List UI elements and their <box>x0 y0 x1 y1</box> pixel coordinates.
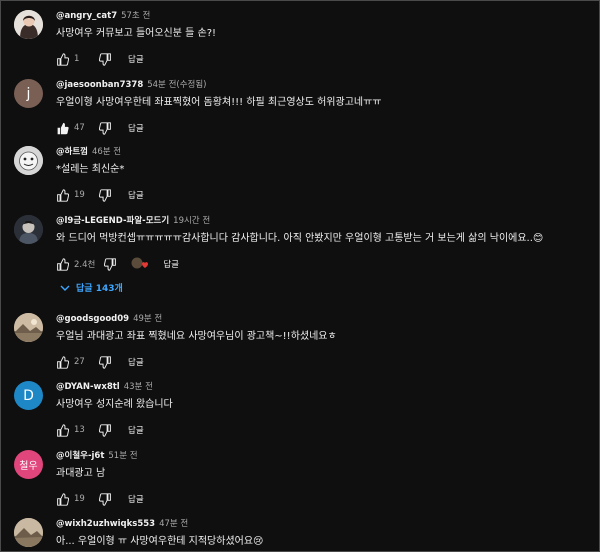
dislike-icon[interactable] <box>104 257 117 271</box>
dislike-icon[interactable] <box>99 121 112 135</box>
comment-text: 사망여우 성지순례 왔습니다 <box>56 399 173 410</box>
comment-text: 과대광고 남 <box>56 468 106 479</box>
like-icon[interactable] <box>56 492 69 506</box>
dislike-icon[interactable] <box>99 188 112 202</box>
person-photo-icon <box>14 10 43 39</box>
comment-text: 아... 우얼이형 ㅠ 사망여우한테 지적당하셨어요😢 <box>56 536 264 547</box>
avatar-letter: 철우 <box>19 461 38 472</box>
character-photo-icon <box>14 215 43 244</box>
comment-text: *설레는 최신순* <box>56 164 125 175</box>
dislike-icon[interactable] <box>99 52 112 66</box>
reply-button[interactable]: 답글 <box>128 356 144 368</box>
reply-button[interactable]: 답글 <box>128 53 144 65</box>
view-replies-button[interactable]: 답글 143개 <box>60 281 123 294</box>
like-icon[interactable] <box>56 423 69 437</box>
avatar-letter: j <box>26 85 31 102</box>
like-icon[interactable] <box>56 257 69 271</box>
dislike-icon[interactable] <box>99 492 112 506</box>
avatar[interactable] <box>14 518 43 547</box>
comment-author[interactable]: @l9금-LEGEND-파알-모드기 <box>56 216 169 226</box>
cartoon-face-icon <box>14 146 43 175</box>
avatar[interactable]: D <box>14 381 43 410</box>
reply-button[interactable]: 답글 <box>128 424 144 436</box>
comment-author[interactable]: @jaesoonban7378 <box>56 80 143 90</box>
comment-time[interactable]: 46분 전 <box>92 147 121 157</box>
comment-text: 사망여우 커뮤보고 들어오신분 들 손?! <box>56 28 217 39</box>
comment-author[interactable]: @goodsgood09 <box>56 314 129 324</box>
comment-author[interactable]: @하트껌 <box>56 147 88 157</box>
avatar[interactable] <box>14 215 43 244</box>
comment-author[interactable]: @angry_cat7 <box>56 11 117 21</box>
comment-time[interactable]: 51분 전 <box>108 451 137 461</box>
like-count: 19 <box>74 494 85 504</box>
comment-author[interactable]: @DYAN-wx8tl <box>56 382 120 392</box>
comment-author[interactable]: @이철우-j6t <box>56 451 104 461</box>
dislike-icon[interactable] <box>99 355 112 369</box>
like-icon[interactable] <box>56 355 69 369</box>
comment-time[interactable]: 54분 전(수정됨) <box>147 80 206 90</box>
reply-button[interactable]: 답글 <box>163 258 179 270</box>
comment-text: 우얼님 과대광고 좌표 찍혔네요 사망여우님이 광고책~!!하셨네요ㅎ <box>56 331 337 342</box>
landscape-photo-icon <box>14 518 43 547</box>
comment-time[interactable]: 49분 전 <box>133 314 162 324</box>
landscape-photo-icon <box>14 313 43 342</box>
comment-time[interactable]: 43분 전 <box>124 382 153 392</box>
avatar[interactable] <box>14 10 43 39</box>
like-icon[interactable] <box>56 188 69 202</box>
comment-time[interactable]: 47분 전 <box>159 519 188 529</box>
comment-author[interactable]: @wixh2uzhwiqks553 <box>56 519 155 529</box>
view-replies-label: 답글 143개 <box>76 284 123 294</box>
like-count: 27 <box>74 357 85 367</box>
reply-button[interactable]: 답글 <box>128 122 144 134</box>
avatar-letter: D <box>23 387 34 404</box>
like-count: 47 <box>74 123 85 133</box>
reply-button[interactable]: 답글 <box>128 493 144 505</box>
creator-heart-icon <box>131 256 149 272</box>
comment-text: 와 드디어 먹방컨셉ㅠㅠㅠㅠㅠ감사합니다 감사합니다. 아직 안봤지만 우얼이형… <box>56 233 544 244</box>
reply-button[interactable]: 답글 <box>128 189 144 201</box>
comment-time[interactable]: 57초 전 <box>121 11 150 21</box>
like-count: 2.4천 <box>74 260 96 270</box>
like-count: 19 <box>74 190 85 200</box>
chevron-down-icon <box>60 285 70 291</box>
avatar[interactable] <box>14 146 43 175</box>
like-count: 13 <box>74 425 85 435</box>
avatar[interactable]: j <box>14 79 43 108</box>
comment-text: 우얼이형 사망여우한테 좌표찍혔어 돔황쳐!!! 하필 최근영상도 허위광고네ㅠ… <box>56 97 382 108</box>
like-icon-filled[interactable] <box>56 122 69 135</box>
like-icon[interactable] <box>56 52 69 66</box>
avatar[interactable] <box>14 313 43 342</box>
like-count: 1 <box>74 54 80 64</box>
dislike-icon[interactable] <box>99 423 112 437</box>
avatar[interactable]: 철우 <box>14 450 43 479</box>
comment-time[interactable]: 19시간 전 <box>173 216 210 226</box>
